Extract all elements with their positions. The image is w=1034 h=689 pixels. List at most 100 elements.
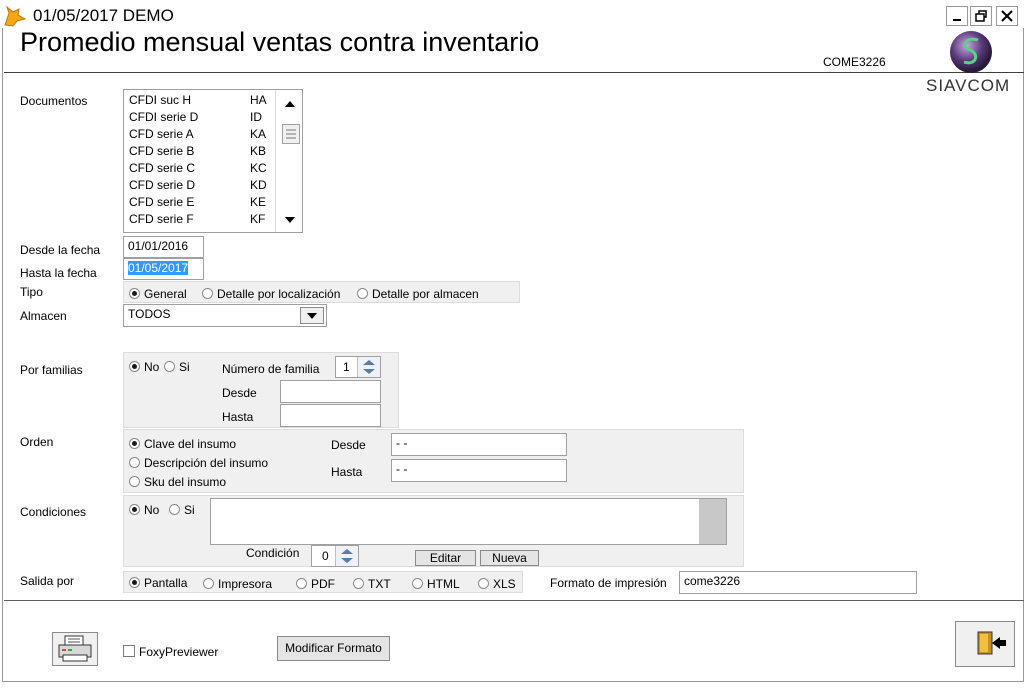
radio-unchecked-icon bbox=[478, 578, 489, 590]
desde-fecha-label: Desde la fecha bbox=[20, 243, 101, 257]
hasta-fecha-label: Hasta la fecha bbox=[20, 266, 97, 280]
familias-no-radio[interactable]: No bbox=[129, 359, 159, 374]
page-title: Promedio mensual ventas contra inventari… bbox=[20, 27, 540, 57]
hasta-fecha-input[interactable]: 01/05/2017 bbox=[123, 258, 204, 280]
orden-hasta-label: Hasta bbox=[331, 465, 363, 479]
footer-divider bbox=[4, 600, 1024, 601]
orden-desde-label: Desde bbox=[331, 438, 366, 452]
orden-descripcion-radio[interactable]: Descripción del insumo bbox=[129, 455, 268, 470]
tipo-radio-group: General Detalle por localización Detalle… bbox=[123, 281, 520, 303]
radio-unchecked-icon bbox=[203, 578, 214, 590]
radio-unchecked-icon bbox=[296, 578, 307, 590]
salida-html-radio[interactable]: HTML bbox=[412, 576, 460, 591]
nueva-button[interactable]: Nueva bbox=[480, 550, 539, 566]
radio-checked-icon bbox=[129, 288, 140, 300]
condiciones-no-radio[interactable]: No bbox=[129, 502, 159, 517]
header-divider bbox=[4, 72, 1024, 73]
salida-txt-radio[interactable]: TXT bbox=[353, 576, 391, 591]
editar-button[interactable]: Editar bbox=[415, 550, 476, 566]
salida-xls-radio[interactable]: XLS bbox=[478, 576, 516, 591]
orden-sku-radio[interactable]: Sku del insumo bbox=[129, 474, 226, 489]
list-item[interactable]: CFDI suc H HA bbox=[129, 93, 279, 110]
modificar-formato-button[interactable]: Modificar Formato bbox=[277, 636, 390, 661]
scroll-down-icon[interactable] bbox=[284, 216, 296, 224]
radio-unchecked-icon bbox=[412, 578, 423, 590]
radio-checked-icon bbox=[129, 361, 140, 373]
numero-familia-spinner[interactable]: 1 bbox=[335, 356, 381, 378]
familias-si-radio[interactable]: Si bbox=[164, 359, 190, 374]
condiciones-textarea[interactable] bbox=[210, 498, 727, 545]
logo-text: SIAVCOM bbox=[926, 76, 1011, 95]
foxy-checkbox[interactable] bbox=[123, 645, 135, 657]
orden-panel: Clave del insumo Descripción del insumo … bbox=[123, 429, 744, 493]
list-item[interactable]: CFD serie E KE bbox=[129, 195, 279, 212]
radio-unchecked-icon bbox=[129, 476, 140, 488]
familia-hasta-input[interactable] bbox=[280, 404, 381, 427]
condicion-label: Condición bbox=[246, 546, 300, 560]
chevron-down-icon bbox=[307, 313, 317, 319]
familia-desde-label: Desde bbox=[222, 386, 257, 400]
radio-unchecked-icon bbox=[353, 578, 364, 590]
formato-impresion-label: Formato de impresión bbox=[550, 576, 667, 590]
salida-impresora-radio[interactable]: Impresora bbox=[203, 576, 272, 591]
spinner-buttons[interactable] bbox=[357, 357, 380, 377]
documentos-listbox[interactable]: CFDI suc H HA CFDI serie D ID CFD serie AK… bbox=[123, 89, 303, 233]
tipo-almacen-radio[interactable]: Detalle por almacen bbox=[357, 286, 479, 301]
report-code: COME3226 bbox=[823, 55, 886, 69]
dropdown-button[interactable] bbox=[300, 307, 324, 324]
radio-unchecked-icon bbox=[129, 457, 140, 469]
radio-checked-icon bbox=[129, 438, 140, 450]
window-title: 01/05/2017 DEMO bbox=[33, 6, 174, 25]
scroll-thumb[interactable] bbox=[282, 124, 300, 144]
list-item[interactable]: CFD serie C KC bbox=[129, 161, 279, 178]
almacen-label: Almacen bbox=[20, 309, 67, 323]
radio-unchecked-icon bbox=[164, 361, 175, 373]
formato-impresion-input[interactable]: come3226 bbox=[679, 571, 917, 594]
spinner-buttons[interactable] bbox=[335, 546, 358, 566]
almacen-value: TODOS bbox=[128, 307, 171, 321]
familia-desde-input[interactable] bbox=[280, 380, 381, 403]
radio-unchecked-icon bbox=[357, 288, 368, 300]
list-item[interactable]: CFD serie D KD bbox=[129, 178, 279, 195]
condicion-spinner[interactable]: 0 bbox=[311, 545, 359, 567]
documentos-label: Documentos bbox=[20, 94, 88, 108]
radio-checked-icon bbox=[129, 504, 140, 516]
radio-checked-icon bbox=[129, 577, 140, 589]
list-item[interactable]: CFD serie F KF bbox=[129, 212, 279, 229]
scroll-up-icon[interactable] bbox=[284, 100, 296, 108]
por-familias-label: Por familias bbox=[20, 363, 83, 377]
numero-familia-value: 1 bbox=[343, 360, 350, 374]
list-item[interactable]: CFDI serie D ID bbox=[129, 110, 279, 127]
radio-unchecked-icon bbox=[202, 288, 213, 300]
orden-clave-radio[interactable]: Clave del insumo bbox=[129, 436, 236, 451]
numero-familia-label: Número de familia bbox=[222, 362, 320, 376]
exit-door-icon bbox=[977, 631, 1006, 655]
salida-pantalla-radio[interactable]: Pantalla bbox=[129, 575, 187, 590]
restore-button[interactable] bbox=[970, 6, 992, 26]
print-button[interactable] bbox=[52, 632, 98, 666]
salida-por-label: Salida por bbox=[20, 574, 75, 588]
orden-desde-input[interactable]: - - bbox=[391, 433, 567, 456]
hasta-fecha-selection: 01/05/2017 bbox=[128, 261, 189, 275]
condicion-value: 0 bbox=[322, 549, 329, 563]
list-item[interactable]: CFD serie A KA bbox=[129, 127, 279, 144]
tipo-general-radio[interactable]: General bbox=[129, 286, 187, 301]
minimize-button[interactable] bbox=[946, 6, 968, 26]
radio-unchecked-icon bbox=[169, 504, 180, 516]
tipo-localizacion-radio[interactable]: Detalle por localización bbox=[202, 286, 340, 301]
tipo-label: Tipo bbox=[20, 285, 43, 299]
salida-radio-group: Pantalla Impresora PDF TXT HTML XLS bbox=[123, 571, 523, 593]
desde-fecha-input[interactable]: 01/01/2016 bbox=[123, 236, 204, 258]
siavcom-logo: SIAVCOM bbox=[924, 30, 1018, 100]
list-item[interactable]: CFD serie B KB bbox=[129, 144, 279, 161]
almacen-select[interactable]: TODOS bbox=[123, 304, 327, 327]
salida-pdf-radio[interactable]: PDF bbox=[296, 576, 335, 591]
familias-panel: No Si Número de familia 1 Desde Hasta bbox=[123, 352, 399, 428]
close-button[interactable] bbox=[996, 6, 1018, 26]
list-scrollbar[interactable] bbox=[275, 90, 302, 232]
textarea-scrollbar[interactable] bbox=[699, 499, 726, 544]
condiciones-si-radio[interactable]: Si bbox=[169, 502, 195, 517]
orden-hasta-input[interactable]: - - bbox=[391, 459, 567, 482]
app-fox-icon bbox=[3, 5, 27, 27]
exit-button[interactable] bbox=[955, 621, 1015, 667]
